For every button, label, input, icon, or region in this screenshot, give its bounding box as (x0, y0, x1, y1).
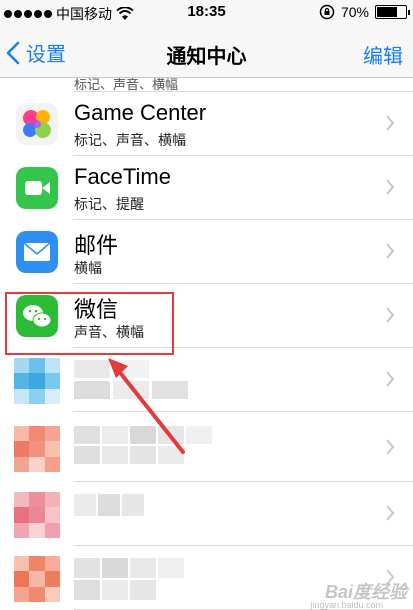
app-notification-style: 横幅 (74, 260, 102, 276)
mail-icon (16, 231, 58, 273)
facetime-icon (16, 167, 58, 209)
list-item-blurred[interactable] (0, 412, 413, 482)
battery-fill (377, 7, 397, 17)
app-name: Game Center (74, 100, 207, 125)
rotation-lock-icon (319, 4, 335, 20)
navigation-bar: 设置 通知中心 编辑 (0, 26, 413, 78)
chevron-right-icon (386, 371, 395, 387)
partial-row-subtitle: 标记、声音、横幅 (74, 78, 179, 92)
list-item-game-center[interactable]: Game Center 标记、声音、横幅 (0, 92, 413, 156)
edit-button[interactable]: 编辑 (363, 40, 403, 69)
battery-percent: 70% (340, 4, 369, 20)
watermark-url: jingyan.baidu.com (310, 600, 383, 610)
list-item-blurred[interactable] (0, 348, 413, 412)
list-item-facetime[interactable]: FaceTime 标记、提醒 (0, 156, 413, 220)
chevron-right-icon (386, 307, 395, 323)
battery-icon (375, 5, 410, 19)
chevron-right-icon (386, 439, 395, 455)
app-name: 邮件 (74, 233, 119, 258)
status-bar: 中国移动 18:35 70% (0, 0, 413, 26)
blurred-app-icon (14, 358, 60, 404)
blurred-app-icon (14, 426, 60, 472)
app-name: FaceTime (74, 164, 171, 189)
chevron-right-icon (386, 115, 395, 131)
page-title: 通知中心 (166, 46, 247, 68)
game-center-icon (16, 103, 58, 145)
blurred-app-icon (14, 492, 60, 538)
list-item-blurred[interactable] (0, 482, 413, 546)
chevron-right-icon (386, 243, 395, 259)
list-item-mail[interactable]: 邮件 横幅 (0, 220, 413, 284)
chevron-right-icon (386, 505, 395, 521)
status-right: 70% (319, 4, 410, 20)
blurred-text (74, 558, 184, 600)
app-notification-style: 标记、声音、横幅 (74, 132, 186, 148)
blurred-text (74, 494, 144, 516)
highlight-box (5, 292, 174, 355)
blurred-text (74, 360, 188, 399)
list-item-partial[interactable]: 标记、声音、横幅 (74, 78, 413, 92)
blurred-app-icon (14, 556, 60, 602)
blurred-text (74, 426, 212, 464)
app-notification-style: 标记、提醒 (74, 196, 144, 212)
chevron-right-icon (386, 179, 395, 195)
